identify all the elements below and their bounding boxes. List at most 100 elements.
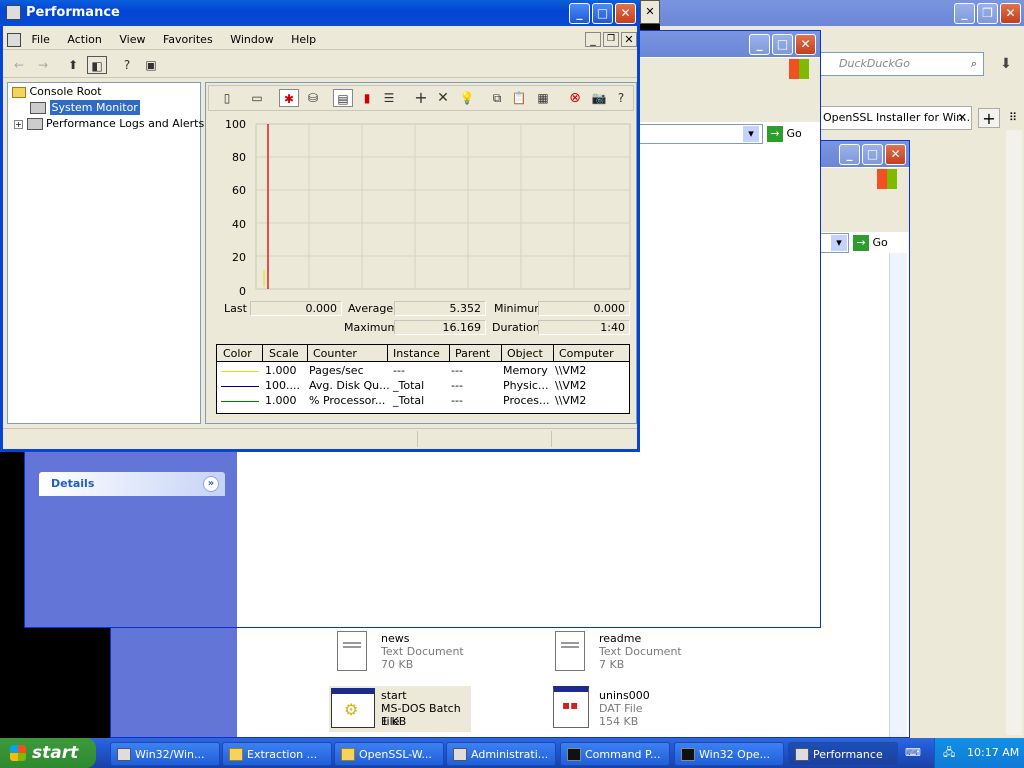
tree-root[interactable]: Console Root [12, 85, 102, 98]
menu-window[interactable]: Window [223, 30, 280, 50]
counter-parent: --- [451, 394, 463, 407]
explorer-mid-go-button[interactable]: → Go [767, 125, 815, 143]
file-item-start[interactable]: ⚙ start MS-DOS Batch File 1 KB [329, 686, 471, 732]
tree-item-logs-alerts[interactable]: + Performance Logs and Alerts [14, 117, 204, 130]
add-counter-icon[interactable]: + [411, 89, 431, 107]
counter-row[interactable]: 1.000 Pages/sec --- --- Memory \\VM2 [217, 364, 629, 379]
counter-parent: --- [451, 379, 463, 392]
chevron-down-icon[interactable]: ▾ [743, 126, 759, 142]
task-performance[interactable]: Performance [788, 742, 898, 766]
explorer-mid-minimize-button[interactable]: _ [749, 34, 770, 55]
col-color[interactable]: Color [223, 347, 252, 360]
hidden-window-close-button[interactable]: ✕ [640, 0, 660, 24]
counter-row[interactable]: 1.000 % Processor... _Total --- Proces... \\V… [217, 394, 629, 409]
explorer-back-close-button[interactable]: ✕ [885, 144, 906, 165]
perf-close-button[interactable]: ✕ [615, 3, 636, 24]
view-report-icon[interactable]: ☰ [379, 89, 399, 107]
keyboard-icon[interactable]: ⌨ [902, 744, 924, 762]
menu-help[interactable]: Help [284, 30, 323, 50]
chevron-down-icon[interactable]: ▾ [831, 235, 847, 251]
child-close-button[interactable]: ✕ [621, 32, 637, 47]
task-openssl-w[interactable]: OpenSSL-W... [334, 742, 444, 766]
new-counter-set-icon[interactable]: ▯ [217, 89, 237, 107]
menu-view[interactable]: View [112, 30, 152, 50]
properties-icon[interactable]: ▦ [533, 89, 553, 107]
child-minimize-button[interactable]: _ [585, 32, 601, 47]
task-label: Administrati... [471, 748, 549, 761]
col-computer[interactable]: Computer [559, 347, 614, 360]
task-win32-openssl[interactable]: Win32 Ope... [674, 742, 784, 766]
show-tree-icon[interactable]: ◧ [87, 56, 107, 74]
task-command-prompt[interactable]: Command P... [560, 742, 670, 766]
explorer-mid-maximize-button[interactable]: □ [772, 34, 793, 55]
help-icon[interactable]: ? [117, 56, 137, 74]
delete-counter-icon[interactable]: ✕ [433, 89, 453, 107]
forward-arrow-icon[interactable]: → [33, 56, 53, 74]
perf-titlebar[interactable]: Performance [0, 0, 640, 26]
col-object[interactable]: Object [507, 347, 543, 360]
explorer-back-go-button[interactable]: → Go [853, 234, 901, 252]
network-icon[interactable]: 🖧 [943, 738, 955, 768]
update-data-icon[interactable]: 📷 [589, 89, 609, 107]
explorer-back-scrollbar[interactable] [889, 253, 907, 737]
highlight-icon[interactable]: 💡 [457, 89, 477, 107]
search-box[interactable]: DuckDuckGo ⌕ [820, 52, 984, 76]
tab-list-icon[interactable]: ⠿ [1004, 108, 1022, 128]
explorer-back-minimize-button[interactable]: _ [839, 144, 860, 165]
view-histogram-icon[interactable]: ▮ [357, 89, 377, 107]
clear-display-icon[interactable]: ▭ [247, 89, 267, 107]
file-item-readme[interactable]: readme Text Document 7 KB [555, 631, 755, 679]
browser-tab[interactable]: OpenSSL Installer for Win... ✕ [820, 106, 972, 130]
menu-action[interactable]: Action [60, 30, 108, 50]
task-extraction[interactable]: Extraction ... [222, 742, 332, 766]
freeze-display-icon[interactable]: ⊗ [565, 89, 585, 107]
download-icon[interactable]: ⬇ [994, 54, 1018, 74]
help-icon[interactable]: ? [611, 89, 631, 107]
view-current-activity-icon[interactable]: ✱ [279, 89, 299, 107]
file-item-news[interactable]: news Text Document 70 KB [337, 631, 537, 679]
file-item-unins000[interactable]: ▪▪ unins000 DAT File 154 KB [553, 686, 753, 732]
view-log-data-icon[interactable]: ⛁ [303, 89, 323, 107]
menu-favorites[interactable]: Favorites [156, 30, 220, 50]
col-instance[interactable]: Instance [393, 347, 440, 360]
clock[interactable]: 10:17 AM [967, 738, 1019, 768]
expand-icon[interactable]: + [14, 119, 23, 129]
counter-computer: \\VM2 [555, 394, 587, 407]
browser-scrollbar[interactable] [1006, 130, 1022, 735]
tree-item-system-monitor[interactable]: System Monitor [30, 100, 140, 115]
browser-close-button[interactable]: ✕ [1000, 3, 1021, 24]
search-icon[interactable]: ⌕ [971, 53, 977, 75]
perf-maximize-button[interactable]: □ [592, 3, 613, 24]
minimum-value: 0.000 [538, 301, 630, 316]
child-restore-button[interactable]: ❐ [603, 32, 619, 47]
new-tab-button[interactable]: + [978, 108, 1000, 128]
duration-label: Duration [492, 321, 540, 334]
task-administrative[interactable]: Administrati... [446, 742, 556, 766]
browser-tab-label: OpenSSL Installer for Win... [823, 111, 972, 124]
chevron-double-down-icon[interactable]: » [203, 476, 219, 492]
explorer-back-maximize-button[interactable]: □ [862, 144, 883, 165]
task-win32-win[interactable]: Win32/Win... [110, 742, 220, 766]
command-prompt-icon [567, 748, 581, 761]
perf-statusbar [3, 428, 637, 448]
view-graph-icon[interactable]: ▤ [333, 89, 353, 107]
col-counter[interactable]: Counter [313, 347, 357, 360]
back-arrow-icon[interactable]: ← [9, 56, 29, 74]
close-icon[interactable]: ✕ [958, 107, 967, 129]
explorer-mid-close-button[interactable]: ✕ [795, 34, 816, 55]
console-icon[interactable]: ▣ [141, 56, 161, 74]
duration-value: 1:40 [538, 320, 630, 335]
tree-item-label: Performance Logs and Alerts [46, 117, 205, 130]
menu-file[interactable]: File [25, 30, 57, 50]
col-parent[interactable]: Parent [455, 347, 490, 360]
start-button[interactable]: start [0, 738, 96, 768]
paste-counter-list-icon[interactable]: 📋 [509, 89, 529, 107]
browser-minimize-button[interactable]: _ [954, 3, 975, 24]
browser-restore-button[interactable]: ❐ [977, 3, 998, 24]
up-folder-icon[interactable]: ⬆ [63, 56, 83, 74]
perf-minimize-button[interactable]: _ [569, 3, 590, 24]
copy-properties-icon[interactable]: ⧉ [487, 89, 507, 107]
counter-row[interactable]: 100.... Avg. Disk Qu... _Total --- Physic...… [217, 379, 629, 394]
col-scale[interactable]: Scale [269, 347, 299, 360]
details-panel-header[interactable]: Details » [39, 472, 225, 496]
